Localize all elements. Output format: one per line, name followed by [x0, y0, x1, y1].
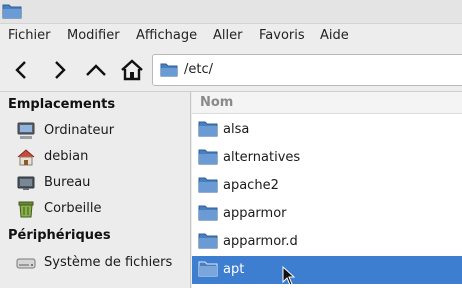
folder-icon — [160, 62, 178, 82]
sidebar-section-peripheriques: Périphériques — [8, 228, 111, 243]
sidebar-item-corbeille[interactable]: Corbeille — [16, 198, 186, 220]
column-header-name[interactable]: Nom — [192, 92, 462, 114]
sidebar-item-debian[interactable]: debian — [16, 146, 186, 168]
menu-aide[interactable]: Aide — [320, 28, 349, 43]
menu-affichage[interactable]: Affichage — [136, 28, 197, 43]
folder-icon — [2, 2, 22, 24]
file-list: Nom alsa alternatives apache2 apparmor a… — [192, 92, 462, 288]
drive-icon — [16, 253, 36, 273]
sidebar-item-label: debian — [44, 149, 89, 164]
list-item[interactable]: alsa — [192, 116, 462, 144]
folder-icon — [198, 232, 218, 254]
chevron-left-icon — [15, 61, 26, 79]
home-icon — [121, 59, 143, 81]
chevron-up-icon — [86, 64, 106, 76]
column-header-label: Nom — [200, 95, 234, 110]
menu-bar: Fichier Modifier Affichage Aller Favoris… — [0, 24, 462, 48]
sidebar-item-label: Ordinateur — [44, 123, 115, 138]
location-path: /etc/ — [184, 62, 214, 77]
sidebar-item-systeme-de-fichiers[interactable]: Système de fichiers — [16, 252, 186, 274]
mouse-cursor-icon — [282, 265, 296, 288]
list-item[interactable]: apparmor — [192, 200, 462, 228]
menu-aller[interactable]: Aller — [213, 28, 242, 43]
sidebar-item-label: Corbeille — [44, 201, 102, 216]
home-folder-icon — [16, 147, 36, 167]
list-item[interactable]: alternatives — [192, 144, 462, 172]
list-item-label: apparmor.d — [223, 234, 298, 249]
forward-button[interactable] — [45, 56, 73, 84]
title-bar — [0, 0, 462, 24]
sidebar-item-label: Système de fichiers — [44, 255, 173, 270]
sidebar-section-emplacements: Emplacements — [8, 97, 116, 112]
location-bar[interactable]: /etc/ — [152, 54, 462, 86]
list-item-label: alsa — [223, 122, 250, 137]
list-item-label: apparmor — [223, 206, 287, 221]
list-item[interactable]: apparmor.d — [192, 228, 462, 256]
up-button[interactable] — [82, 56, 110, 84]
list-item-selected[interactable]: apt — [192, 256, 462, 284]
sidebar-item-ordinateur[interactable]: Ordinateur — [16, 120, 186, 142]
list-item[interactable]: apache2 — [192, 172, 462, 200]
menu-favoris[interactable]: Favoris — [259, 28, 305, 43]
home-button[interactable] — [118, 56, 146, 84]
list-item-label: apt — [223, 262, 245, 277]
folder-icon — [198, 148, 218, 170]
folder-icon — [198, 176, 218, 198]
list-item-label: alternatives — [223, 150, 301, 165]
back-button[interactable] — [8, 56, 36, 84]
menu-modifier[interactable]: Modifier — [67, 28, 120, 43]
folder-icon — [198, 120, 218, 142]
list-item-label: apache2 — [223, 178, 279, 193]
trash-icon — [16, 199, 36, 219]
sidebar-item-bureau[interactable]: Bureau — [16, 172, 186, 194]
folder-icon — [198, 204, 218, 226]
menu-fichier[interactable]: Fichier — [8, 28, 51, 43]
sidebar: Emplacements Ordinateur debian Bureau Co… — [0, 92, 191, 288]
sidebar-item-label: Bureau — [44, 175, 91, 190]
folder-icon — [198, 260, 218, 282]
chevron-right-icon — [55, 61, 66, 79]
desktop-icon — [16, 173, 36, 193]
computer-icon — [16, 121, 36, 141]
toolbar: /etc/ — [0, 48, 462, 92]
